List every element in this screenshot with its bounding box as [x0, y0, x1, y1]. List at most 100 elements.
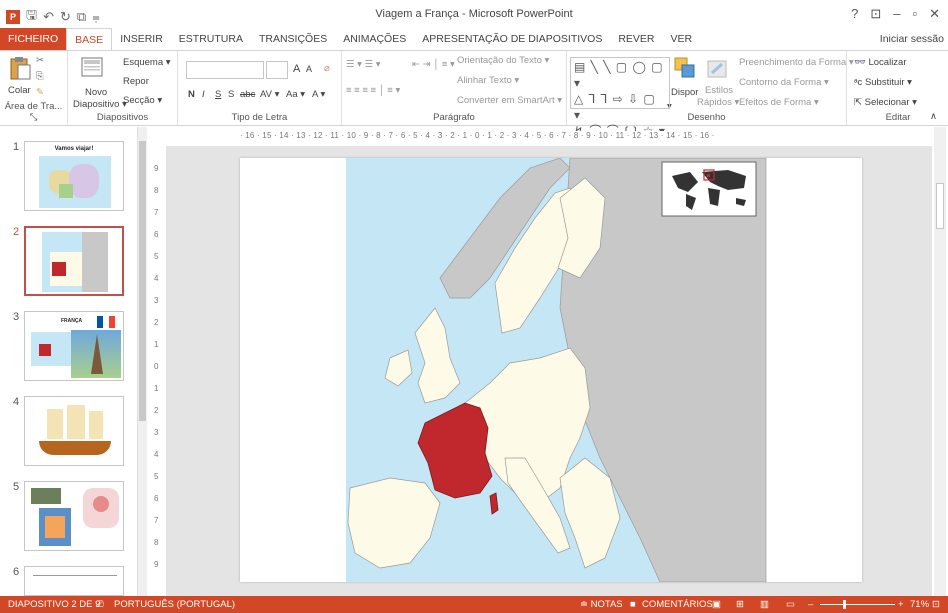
find-label: Localizar — [868, 57, 907, 68]
ruler-mark: 5 — [154, 252, 159, 261]
tab-slideshow[interactable]: APRESENTAÇÃO DE DIAPOSITIVOS — [414, 28, 610, 50]
slideshow-icon[interactable]: ▭ — [786, 599, 795, 610]
convert-smartart-button[interactable]: Converter em SmartArt ▾ — [457, 95, 562, 106]
align-text-button[interactable]: Alinhar Texto ▾ — [457, 75, 519, 86]
slide-sorter-icon[interactable]: ⊞ — [736, 599, 744, 610]
notes-button[interactable]: ≐ NOTAS — [580, 599, 623, 610]
france-map-image — [31, 332, 71, 366]
slide-thumbnails-pane: 1 Vamos viajar! 2 3 FRANÇA 4 5 6 — [0, 127, 150, 596]
reading-view-icon[interactable]: ▥ — [760, 599, 769, 610]
replace-button[interactable]: ᵃc Substituir ▾ — [854, 77, 912, 88]
ribbon-display-button[interactable]: ⊡ — [870, 6, 881, 22]
normal-view-icon[interactable]: ▣ — [712, 599, 721, 610]
align-icons[interactable]: ≡ ≡ ≡ ≡ │ ≡ ▾ — [346, 85, 400, 96]
tab-file[interactable]: FICHEIRO — [0, 28, 67, 50]
strikethrough-button[interactable]: abc — [240, 89, 255, 100]
tab-view[interactable]: VER — [663, 28, 701, 50]
zoom-out-button[interactable]: – — [808, 599, 813, 610]
indent-icons[interactable]: ⇤ ⇥ │ ≡ ▾ — [412, 59, 455, 70]
comments-icon[interactable]: ■ — [630, 599, 636, 610]
cut-icon[interactable]: ✂ — [36, 55, 44, 66]
shapes-gallery[interactable]: ▤ ╲ ╲ ▢ ◯ ▢ ▾△ ⅂ ⅂ ⇨ ⇩ ▢ ▾↯ ⌒ ⌒ { } ☆ ▾ — [570, 57, 670, 138]
replace-label: Substituir ▾ — [864, 77, 912, 88]
replace-icon: ᵃc — [854, 77, 863, 88]
canvas-scrollbar-thumb[interactable] — [936, 183, 944, 229]
tab-review[interactable]: REVER — [610, 28, 662, 50]
restore-button[interactable]: ▫ — [912, 6, 917, 22]
tab-design[interactable]: ESTRUTURA — [171, 28, 251, 50]
zoom-slider[interactable] — [820, 604, 895, 605]
copy-icon[interactable]: ⎘ — [36, 71, 44, 82]
clear-format-icon[interactable]: ⌀ — [324, 63, 330, 74]
quick-styles-label[interactable]: Estilos — [705, 85, 733, 96]
bold-button[interactable]: N — [188, 89, 195, 100]
new-slide-icon[interactable] — [80, 55, 104, 81]
font-size-input[interactable] — [266, 61, 288, 79]
tab-home[interactable]: BASE — [66, 28, 113, 50]
language-indicator[interactable]: PORTUGUÊS (PORTUGAL) — [114, 599, 235, 610]
tab-animations[interactable]: ANIMAÇÕES — [335, 28, 414, 50]
grow-font-button[interactable]: A — [293, 63, 300, 75]
shrink-font-button[interactable]: A — [306, 64, 312, 74]
tab-transitions[interactable]: TRANSIÇÕES — [251, 28, 335, 50]
layout-button[interactable]: Esquema ▾ — [123, 57, 171, 68]
zoom-level[interactable]: 71% — [910, 599, 929, 610]
find-button[interactable]: 👓 Localizar — [854, 57, 907, 68]
change-case-button[interactable]: Aa ▾ — [286, 89, 305, 100]
ruler-mark: 1 — [154, 384, 159, 393]
ruler-mark: 3 — [154, 296, 159, 305]
current-slide[interactable] — [240, 157, 862, 583]
slides-group-label: Diapositivos — [96, 112, 149, 123]
shadow-button[interactable]: S — [228, 89, 234, 100]
bullets-icon[interactable]: ☰ ▾ ☰ ▾ — [346, 59, 381, 70]
canvas-scrollbar[interactable] — [934, 127, 946, 596]
new-slide-label-2[interactable]: Diapositivo ▾ — [73, 99, 127, 110]
zoom-in-button[interactable]: + — [898, 599, 904, 610]
thumbnail-slide-2[interactable] — [24, 226, 124, 296]
fit-slide-icon[interactable]: ⊡ — [932, 599, 940, 610]
character-spacing-button[interactable]: AV ▾ — [260, 89, 279, 100]
new-slide-label[interactable]: Novo — [85, 87, 107, 98]
format-painter-icon[interactable]: ✎ — [36, 87, 44, 98]
title-bar: P 🖫 ↶ ↻ ⧉ ⩦ Viagem a França - Microsoft … — [0, 0, 948, 28]
ruler-mark: 5 — [154, 472, 159, 481]
reset-button[interactable]: Repor — [123, 76, 149, 87]
underline-button[interactable]: S — [215, 89, 221, 100]
font-color-button[interactable]: A ▾ — [312, 89, 325, 100]
paste-label[interactable]: Colar — [8, 85, 31, 96]
select-button[interactable]: ⇱ Selecionar ▾ — [854, 97, 917, 108]
arrange-icon[interactable] — [673, 55, 697, 81]
thumbnail-slide-1[interactable]: Vamos viajar! — [24, 141, 124, 211]
clipboard-group-label: Área de Tra... ⤡ — [4, 101, 63, 123]
text-direction-button[interactable]: Orientação do Texto ▾ — [457, 55, 549, 66]
sailing-ship-image — [33, 403, 117, 461]
font-name-input[interactable] — [186, 61, 264, 79]
shape-outline-button[interactable]: Contorno da Forma ▾ — [739, 77, 829, 88]
thumbnails-scrollbar-thumb[interactable] — [139, 141, 146, 421]
ruler-mark: 6 — [154, 494, 159, 503]
minimize-button[interactable]: – — [893, 6, 900, 22]
thumbnail-slide-3[interactable]: FRANÇA — [24, 311, 124, 381]
ruler-mark: 7 — [154, 516, 159, 525]
shape-effects-button[interactable]: Efeitos de Forma ▾ — [739, 97, 819, 108]
collapse-ribbon-icon[interactable]: ∧ — [930, 111, 937, 122]
spellcheck-icon[interactable]: ⎚ — [96, 599, 104, 610]
quick-styles-label-2[interactable]: Rápidos ▾ — [697, 97, 739, 108]
italic-button[interactable]: I — [202, 89, 205, 100]
zoom-slider-thumb[interactable] — [843, 600, 846, 609]
europe-map-image[interactable] — [240, 157, 862, 583]
help-button[interactable]: ? — [851, 6, 858, 22]
close-button[interactable]: ✕ — [929, 6, 940, 22]
quick-styles-icon[interactable] — [705, 55, 729, 81]
thumbnail-slide-4[interactable] — [24, 396, 124, 466]
thumbnail-slide-5[interactable] — [24, 481, 124, 551]
section-button[interactable]: Secção ▾ — [123, 95, 162, 106]
tab-insert[interactable]: INSERIR — [112, 28, 171, 50]
thumbnails-scrollbar[interactable] — [137, 127, 147, 596]
sign-in-link[interactable]: Iniciar sessão — [880, 33, 944, 45]
comments-button[interactable]: COMENTÁRIOS — [642, 599, 713, 610]
arrange-label[interactable]: Dispor — [671, 87, 698, 98]
thumbnail-slide-6[interactable] — [24, 566, 124, 596]
shape-fill-button[interactable]: Preenchimento da Forma ▾ — [739, 57, 854, 68]
paste-icon[interactable] — [8, 55, 32, 81]
